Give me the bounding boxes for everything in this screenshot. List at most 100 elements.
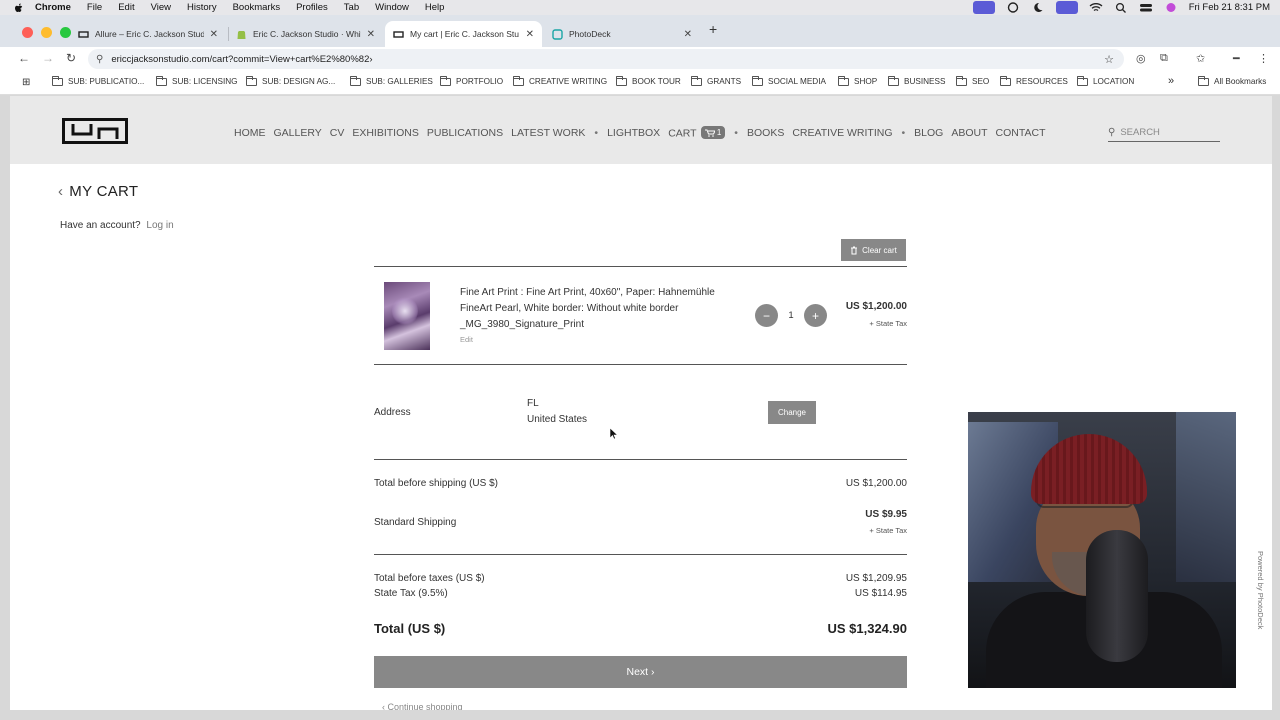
menu-edit[interactable]: Edit xyxy=(118,2,134,13)
nav-gallery[interactable]: GALLERY xyxy=(274,127,322,139)
continue-shopping-link[interactable]: ‹ Continue shopping xyxy=(382,702,463,710)
bookmark-folder[interactable]: SUB: PUBLICATIO... xyxy=(52,75,144,86)
quantity-value[interactable]: 1 xyxy=(788,310,794,321)
menu-tab[interactable]: Tab xyxy=(344,2,359,13)
menu-view[interactable]: View xyxy=(151,2,171,13)
folder-icon xyxy=(350,75,361,86)
bookmark-folder[interactable]: SUB: GALLERIES xyxy=(350,75,433,86)
edit-item-link[interactable]: Edit xyxy=(460,335,473,344)
page-title: ‹ MY CART xyxy=(58,183,138,200)
nav-about[interactable]: ABOUT xyxy=(951,127,987,139)
folder-icon xyxy=(156,75,167,86)
address-url[interactable]: ericcjacksonstudio.com/cart?commit=View+… xyxy=(111,54,372,65)
nav-publications[interactable]: PUBLICATIONS xyxy=(427,127,503,139)
minimize-icon[interactable]: ━ xyxy=(1233,52,1240,65)
nav-books[interactable]: BOOKS xyxy=(747,127,784,139)
close-tab-icon[interactable]: ✕ xyxy=(526,29,534,40)
control-center-icon[interactable] xyxy=(1139,2,1153,13)
bookmark-folder[interactable]: LOCATION xyxy=(1077,75,1134,86)
back-chevron-icon[interactable]: ‹ xyxy=(58,183,63,200)
nav-contact[interactable]: CONTACT xyxy=(996,127,1046,139)
bookmark-label: BOOK TOUR xyxy=(632,77,681,86)
next-button[interactable]: Next › xyxy=(374,656,907,688)
nav-home[interactable]: HOME xyxy=(234,127,266,139)
powered-by-photodeck[interactable]: Powered by PhotoDeck xyxy=(1253,551,1267,641)
clear-cart-button[interactable]: Clear cart xyxy=(841,239,906,261)
bookmark-folder[interactable]: CREATIVE WRITING xyxy=(513,75,607,86)
menu-bar-clock[interactable]: Fri Feb 21 8:31 PM xyxy=(1189,2,1270,13)
decrease-quantity-button[interactable]: − xyxy=(755,304,778,327)
bookmark-folder[interactable]: BOOK TOUR xyxy=(616,75,681,86)
nav-exhibitions[interactable]: EXHIBITIONS xyxy=(352,127,419,139)
total-before-taxes-label: Total before taxes (US $) xyxy=(374,573,485,584)
translate-icon[interactable]: ◎ xyxy=(1136,52,1146,65)
address-bar[interactable]: ⚲ ericcjacksonstudio.com/cart?commit=Vie… xyxy=(88,49,1124,69)
kebab-menu-icon[interactable]: ⋮ xyxy=(1258,52,1269,65)
tab-title: PhotoDeck xyxy=(569,29,611,39)
reload-icon[interactable]: ↻ xyxy=(66,51,76,65)
wifi-icon[interactable] xyxy=(1089,2,1103,13)
bookmark-folder[interactable]: GRANTS xyxy=(691,75,741,86)
divider xyxy=(374,364,907,365)
nav-blog[interactable]: BLOG xyxy=(914,127,943,139)
bookmark-folder[interactable]: SUB: LICENSING xyxy=(156,75,238,86)
siri-icon[interactable] xyxy=(1164,2,1178,13)
login-link[interactable]: Log in xyxy=(146,220,173,231)
close-tab-icon[interactable]: ✕ xyxy=(210,29,218,40)
apps-grid-icon[interactable]: ⊞ xyxy=(22,77,30,88)
site-search-input[interactable]: ⚲ SEARCH xyxy=(1108,123,1220,142)
menu-history[interactable]: History xyxy=(187,2,217,13)
menu-file[interactable]: File xyxy=(87,2,102,13)
window-switcher-icon[interactable] xyxy=(1055,1,1078,14)
bookmark-folder[interactable]: BUSINESS xyxy=(888,75,945,86)
bookmark-folder[interactable]: SOCIAL MEDIA xyxy=(752,75,826,86)
close-tab-icon[interactable]: ✕ xyxy=(367,29,375,40)
nav-latest-work[interactable]: LATEST WORK xyxy=(511,127,585,139)
forward-arrow-icon[interactable]: → xyxy=(42,51,54,65)
bookmark-folder[interactable]: SEO xyxy=(956,75,989,86)
screen-share-icon[interactable] xyxy=(972,1,995,14)
nav-lightbox[interactable]: LIGHTBOX xyxy=(607,127,660,139)
menu-help[interactable]: Help xyxy=(425,2,445,13)
increase-quantity-button[interactable]: + xyxy=(804,304,827,327)
tab-allure[interactable]: Allure – Eric C. Jackson Studi ✕ xyxy=(70,21,226,47)
minimize-window-button[interactable] xyxy=(41,27,52,38)
bookmark-folder[interactable]: RESOURCES xyxy=(1000,75,1068,86)
nav-cart[interactable]: CART 1 xyxy=(668,126,726,140)
studio-logo-icon[interactable] xyxy=(62,118,128,144)
bookmark-label: PORTFOLIO xyxy=(456,77,504,86)
menu-bookmarks[interactable]: Bookmarks xyxy=(233,2,281,13)
cart-icon xyxy=(704,129,715,137)
spotlight-search-icon[interactable] xyxy=(1114,2,1128,13)
nav-separator-dot: • xyxy=(594,126,599,139)
apple-icon[interactable] xyxy=(13,2,25,14)
close-window-button[interactable] xyxy=(22,27,33,38)
menu-profiles[interactable]: Profiles xyxy=(296,2,328,13)
product-thumbnail[interactable] xyxy=(384,282,430,350)
all-bookmarks-folder[interactable]: All Bookmarks xyxy=(1198,75,1266,86)
nav-creative-writing[interactable]: CREATIVE WRITING xyxy=(792,127,892,139)
tab-photodeck[interactable]: PhotoDeck ✕ xyxy=(544,21,700,47)
moon-icon[interactable] xyxy=(1031,2,1045,13)
tab-my-cart[interactable]: My cart | Eric C. Jackson Stu ✕ xyxy=(385,21,542,47)
menu-app-name[interactable]: Chrome xyxy=(35,2,71,13)
bookmark-label: RESOURCES xyxy=(1016,77,1068,86)
extensions-puzzle-icon[interactable]: ⧉ xyxy=(1160,52,1168,65)
bookmark-star-icon[interactable]: ☆ xyxy=(1104,53,1114,66)
change-address-button[interactable]: Change xyxy=(768,401,816,424)
creative-cloud-icon[interactable] xyxy=(1006,2,1020,13)
new-tab-icon[interactable]: + xyxy=(709,21,717,37)
back-arrow-icon[interactable]: ← xyxy=(18,51,30,65)
nav-cv[interactable]: CV xyxy=(330,127,345,139)
folder-icon xyxy=(616,75,627,86)
menu-window[interactable]: Window xyxy=(375,2,409,13)
bookmarks-overflow-chevron-icon[interactable]: » xyxy=(1168,75,1174,87)
tab-eric-jackson-studio[interactable]: Eric C. Jackson Studio · Whit ✕ xyxy=(228,21,383,47)
bookmark-folder[interactable]: SHOP xyxy=(838,75,877,86)
bookmark-folder[interactable]: SUB: DESIGN AG... xyxy=(246,75,335,86)
reading-list-icon[interactable]: ✩ xyxy=(1196,52,1205,65)
tab-title: Allure – Eric C. Jackson Studi xyxy=(95,29,204,39)
bookmark-folder[interactable]: PORTFOLIO xyxy=(440,75,504,86)
site-settings-icon[interactable]: ⚲ xyxy=(96,54,103,65)
close-tab-icon[interactable]: ✕ xyxy=(684,29,692,40)
